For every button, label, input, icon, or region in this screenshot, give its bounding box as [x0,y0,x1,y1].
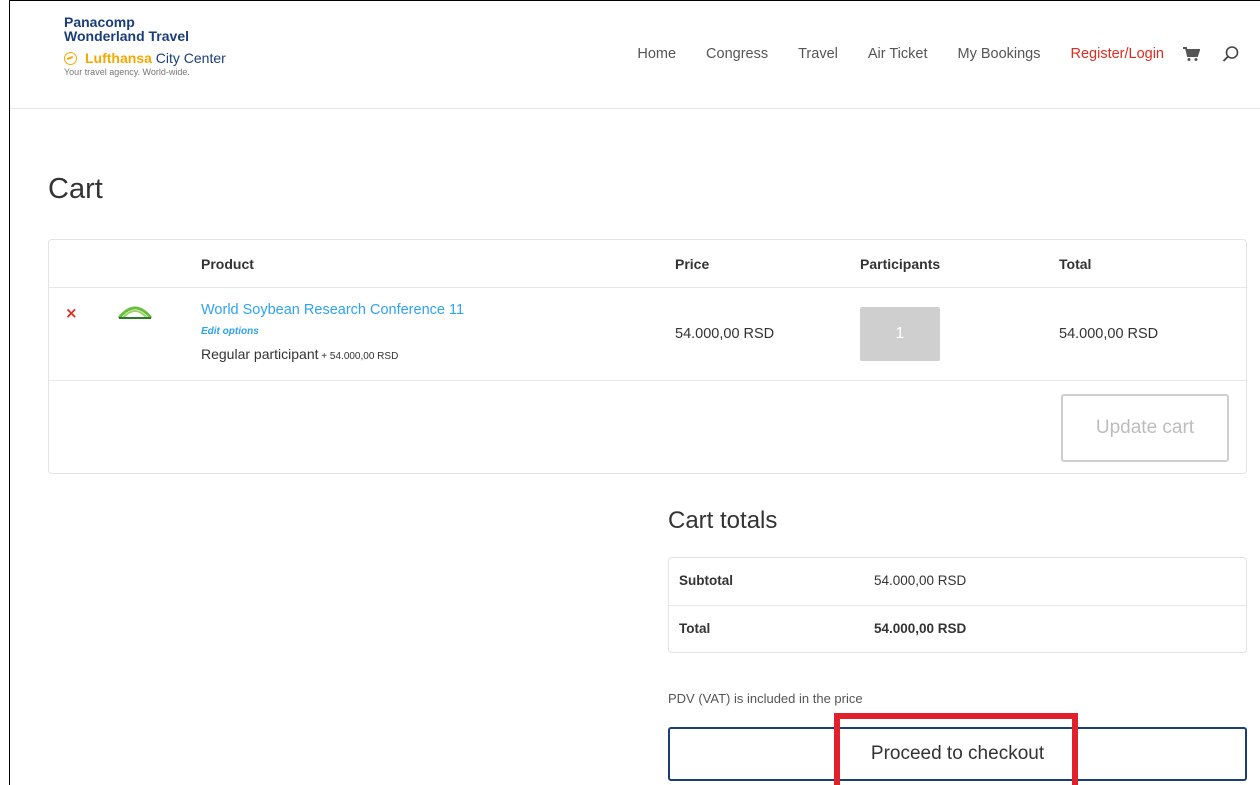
cart-totals-table: Subtotal 54.000,00 RSD Total 54.000,00 R… [668,557,1247,653]
logo-line-2: Wonderland Travel [64,28,189,44]
lufthansa-crane-icon [64,51,77,65]
cart-totals-title: Cart totals [668,507,778,534]
search-icon[interactable] [1222,45,1240,63]
header-total: Total [1059,256,1092,272]
product-name-link[interactable]: World Soybean Research Conference 11 [201,302,464,318]
total-row: Total 54.000,00 RSD [669,606,1246,654]
site-header: Panacomp Wonderland Travel Lufthansa Cit… [10,1,1260,109]
cart-icon[interactable] [1182,46,1201,62]
cart-table: Product Price Participants Total × World… [48,239,1247,474]
nav-travel[interactable]: Travel [798,46,838,62]
header-product: Product [201,256,254,272]
remove-item-button[interactable]: × [65,304,78,322]
subtotal-label: Subtotal [679,573,733,588]
page-title: Cart [48,173,103,205]
header-price: Price [675,256,710,272]
logo-brand: Lufthansa City Center [64,50,264,66]
item-price: 54.000,00 RSD [675,326,775,342]
edit-options-link[interactable]: Edit options [201,326,259,337]
nav-register-login[interactable]: Register/Login [1071,46,1165,62]
quantity-input[interactable]: 1 [860,307,940,361]
nav-my-bookings[interactable]: My Bookings [957,46,1040,62]
update-cart-button[interactable]: Update cart [1061,394,1229,462]
product-thumbnail[interactable] [117,300,153,322]
subtotal-row: Subtotal 54.000,00 RSD [669,558,1246,606]
row-divider [49,287,1246,288]
total-value: 54.000,00 RSD [874,621,967,636]
page-frame: Panacomp Wonderland Travel Lufthansa Cit… [9,0,1260,785]
logo-line-1: Panacomp [64,14,135,30]
highlight-box [834,713,1078,785]
site-logo[interactable]: Panacomp Wonderland Travel Lufthansa Cit… [64,15,264,77]
product-variant: Regular participant + 54.000,00 RSD [201,346,399,362]
nav-home[interactable]: Home [637,46,676,62]
logo-tagline: Your travel agency. World-wide. [64,67,190,77]
row-divider [49,380,1246,381]
subtotal-value: 54.000,00 RSD [874,573,967,588]
nav-congress[interactable]: Congress [706,46,768,62]
nav-air-ticket[interactable]: Air Ticket [868,46,928,62]
total-label: Total [679,621,711,636]
item-total: 54.000,00 RSD [1059,326,1159,342]
header-participants: Participants [860,256,941,272]
main-nav: Home Congress Travel Air Ticket My Booki… [637,45,1260,63]
vat-note: PDV (VAT) is included in the price [668,691,863,706]
logo-brand-text: Lufthansa City Center [85,50,226,66]
